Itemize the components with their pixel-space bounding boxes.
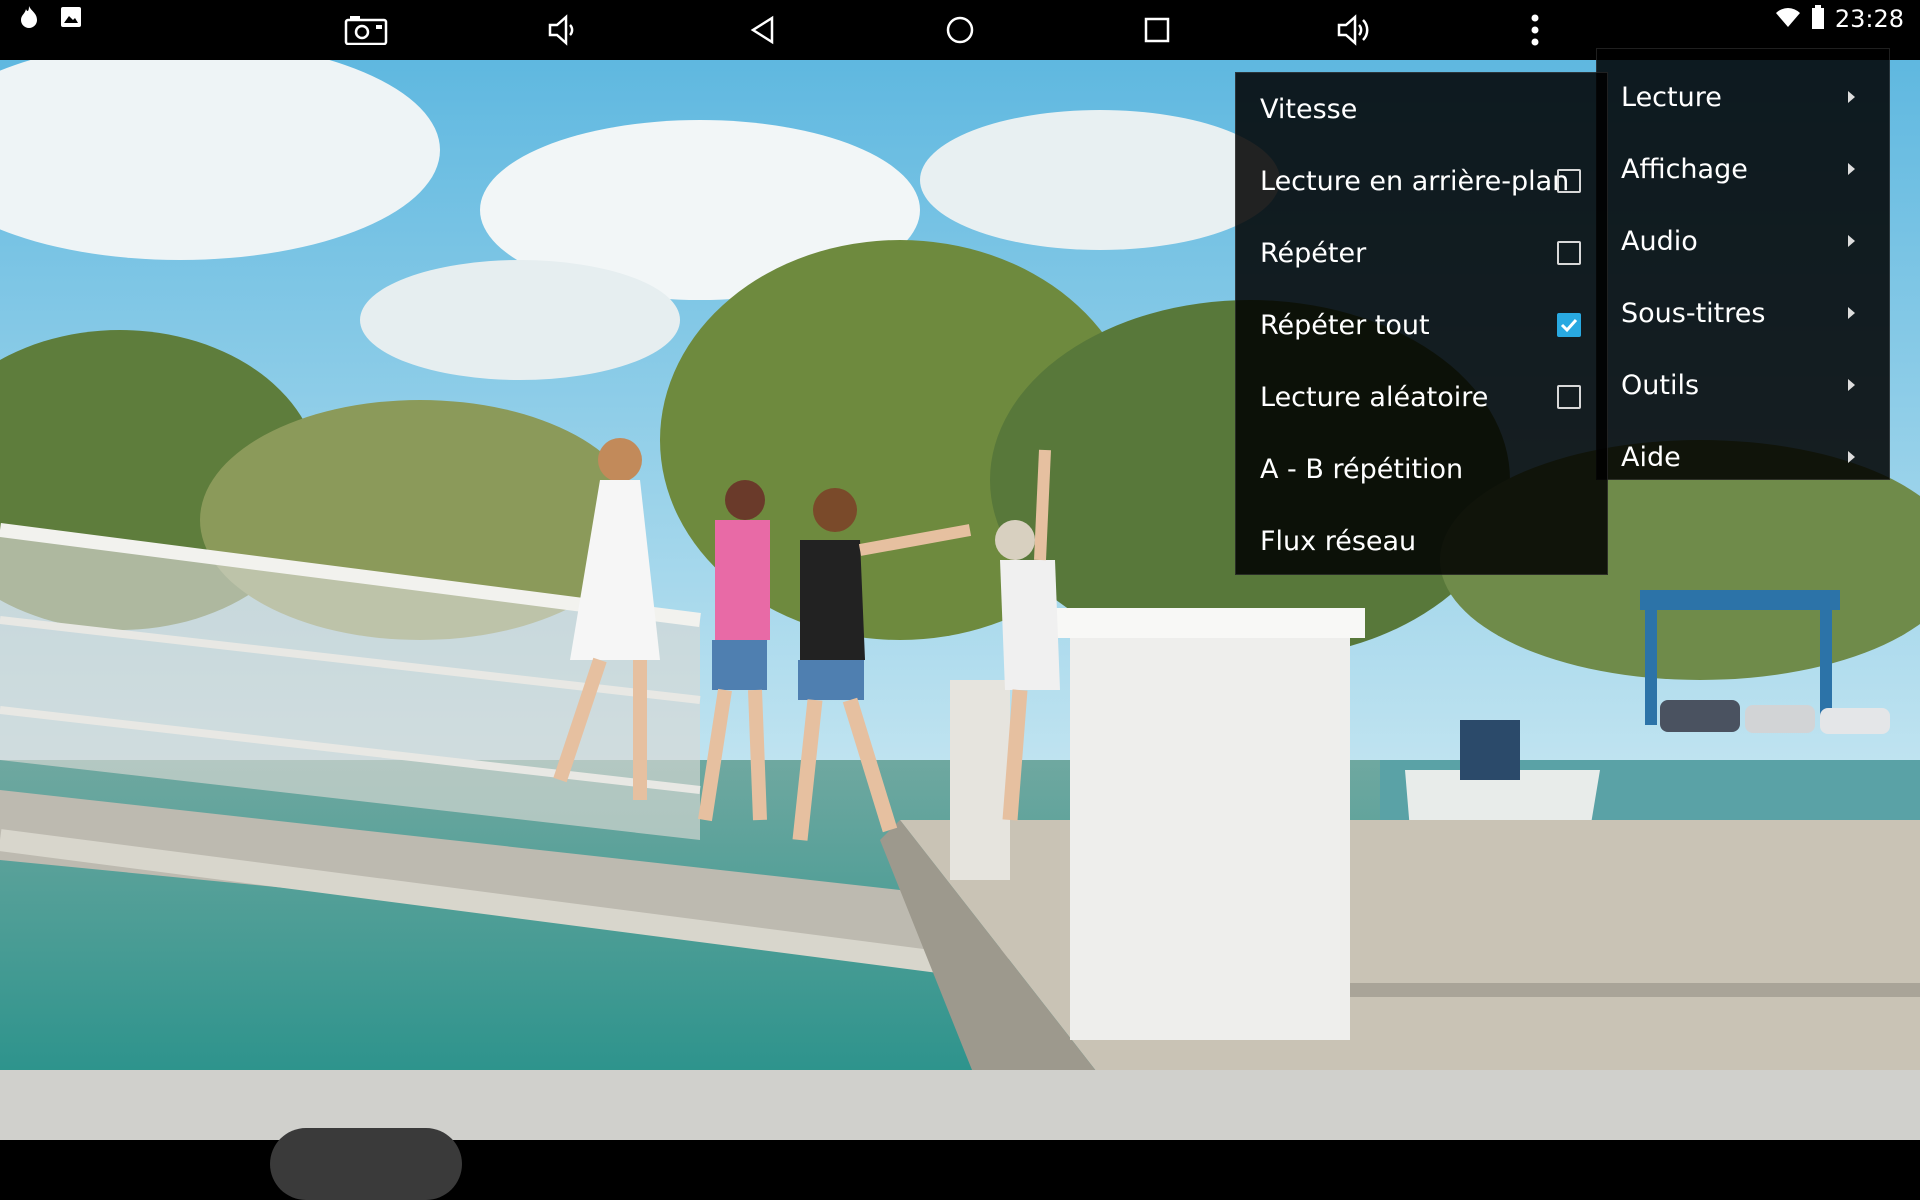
back-button[interactable] bbox=[730, 0, 796, 60]
checkbox-checked[interactable] bbox=[1557, 313, 1581, 337]
volume-up-icon bbox=[1337, 14, 1369, 46]
chevron-right-icon bbox=[1848, 235, 1855, 247]
home-button[interactable] bbox=[927, 0, 993, 60]
menu-item-aide[interactable]: Aide bbox=[1597, 421, 1889, 493]
chevron-right-icon bbox=[1848, 307, 1855, 319]
chevron-right-icon bbox=[1848, 163, 1855, 175]
menu-item-label: Audio bbox=[1621, 225, 1698, 257]
wifi-icon bbox=[1775, 6, 1801, 32]
screenshot-button[interactable] bbox=[330, 0, 402, 60]
menu-item-label: A - B répétition bbox=[1260, 453, 1464, 485]
volume-down-button[interactable] bbox=[530, 0, 596, 60]
menu-item-vitesse[interactable]: Vitesse bbox=[1236, 73, 1607, 145]
back-icon bbox=[750, 15, 774, 45]
app-notification-icon bbox=[18, 5, 40, 33]
menu-item-label: Aide bbox=[1621, 441, 1681, 473]
menu-item-audio[interactable]: Audio bbox=[1597, 205, 1889, 277]
menu-item-flux-reseau[interactable]: Flux réseau bbox=[1236, 505, 1607, 577]
more-button[interactable] bbox=[1515, 0, 1555, 60]
main-menu: Lecture Affichage Audio Sous-titres Outi… bbox=[1596, 48, 1890, 480]
clock: 23:28 bbox=[1834, 5, 1904, 33]
menu-item-label: Affichage bbox=[1621, 153, 1748, 185]
menu-item-label: Flux réseau bbox=[1260, 525, 1417, 557]
menu-item-label: Répéter bbox=[1260, 237, 1367, 269]
checkbox[interactable] bbox=[1557, 241, 1581, 265]
menu-item-sous-titres[interactable]: Sous-titres bbox=[1597, 277, 1889, 349]
menu-item-label: Outils bbox=[1621, 369, 1700, 401]
home-icon bbox=[946, 16, 974, 44]
menu-item-lecture-aleatoire[interactable]: Lecture aléatoire bbox=[1236, 361, 1607, 433]
volume-up-button[interactable] bbox=[1322, 0, 1388, 60]
menu-item-lecture-arriere-plan[interactable]: Lecture en arrière-plan bbox=[1236, 145, 1607, 217]
more-icon bbox=[1531, 14, 1539, 46]
menu-item-label: Lecture aléatoire bbox=[1260, 381, 1489, 413]
checkmark-icon bbox=[1560, 318, 1578, 333]
chevron-right-icon bbox=[1848, 379, 1855, 391]
notification-icons bbox=[18, 6, 82, 32]
recents-icon bbox=[1144, 17, 1170, 43]
chevron-right-icon bbox=[1848, 451, 1855, 463]
checkbox[interactable] bbox=[1557, 169, 1581, 193]
menu-item-affichage[interactable]: Affichage bbox=[1597, 133, 1889, 205]
menu-item-ab-repetition[interactable]: A - B répétition bbox=[1236, 433, 1607, 505]
system-icons: 23:28 bbox=[1775, 5, 1904, 33]
menu-item-label: Vitesse bbox=[1260, 93, 1358, 125]
volume-down-icon bbox=[548, 14, 574, 46]
menu-item-repeter-tout[interactable]: Répéter tout bbox=[1236, 289, 1607, 361]
menu-item-label: Lecture en arrière-plan bbox=[1260, 165, 1570, 197]
battery-icon bbox=[1811, 5, 1825, 33]
screenshot-button-background bbox=[270, 1128, 462, 1200]
checkbox[interactable] bbox=[1557, 385, 1581, 409]
chevron-right-icon bbox=[1848, 91, 1855, 103]
menu-item-label: Sous-titres bbox=[1621, 297, 1766, 329]
menu-item-lecture[interactable]: Lecture bbox=[1597, 61, 1889, 133]
menu-item-repeter[interactable]: Répéter bbox=[1236, 217, 1607, 289]
menu-item-outils[interactable]: Outils bbox=[1597, 349, 1889, 421]
menu-item-label: Répéter tout bbox=[1260, 309, 1430, 341]
screenshot-icon bbox=[344, 16, 388, 45]
image-notification-icon bbox=[60, 6, 82, 32]
lecture-submenu: Vitesse Lecture en arrière-plan Répéter … bbox=[1235, 72, 1608, 575]
menu-item-label: Lecture bbox=[1621, 81, 1722, 113]
recents-button[interactable] bbox=[1124, 0, 1190, 60]
